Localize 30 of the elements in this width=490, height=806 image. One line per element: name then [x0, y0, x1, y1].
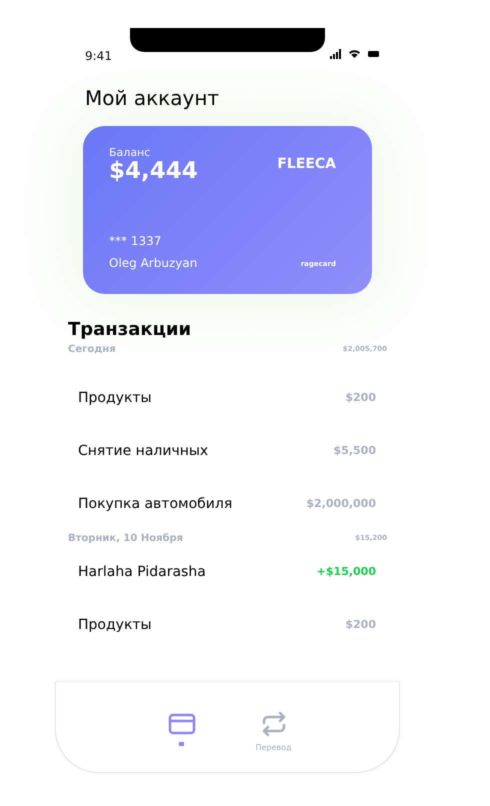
transaction-amount: $200	[345, 390, 376, 406]
page-title: Мой аккаунт	[85, 86, 220, 110]
section-title: Транзакции	[68, 320, 192, 340]
transaction-row[interactable]: Снятие наличных $5,500	[55, 424, 400, 478]
status-time: 9:41	[85, 50, 112, 62]
transaction-row[interactable]: Продукты $200	[55, 372, 400, 425]
transaction-name: Harlaha Pidarasha	[78, 562, 206, 582]
signal-icon	[330, 49, 341, 59]
bank-logo: FLEECA	[277, 155, 336, 174]
transaction-amount: +$15,000	[316, 564, 376, 580]
transaction-name: Продукты	[78, 388, 152, 408]
transaction-amount: $200	[345, 617, 376, 634]
card-number: *** 1337	[109, 233, 162, 250]
transaction-amount: $2,000,000	[306, 496, 376, 512]
tab-label: Перевод	[255, 742, 292, 754]
cardholder-name: Oleg Arbuzyan	[109, 255, 198, 272]
balance-amount: $4,444	[109, 159, 198, 184]
transaction-row[interactable]: Продукты $200	[55, 598, 400, 652]
transaction-row[interactable]: Harlaha Pidarasha +$15,000	[55, 546, 400, 599]
group-date: Вторник, 10 Ноября	[68, 532, 184, 546]
active-indicator	[179, 742, 184, 746]
battery-icon	[368, 51, 379, 57]
group-date: Сегодня	[68, 342, 116, 357]
transaction-name: Покупка автомобиля	[78, 494, 232, 514]
transaction-name: Продукты	[78, 616, 152, 635]
transaction-amount: $5,500	[334, 443, 376, 460]
transaction-name: Снятие наличных	[78, 442, 208, 461]
transaction-row[interactable]: Покупка автомобиля $2,000,000	[55, 478, 400, 531]
wifi-icon	[349, 50, 360, 58]
balance-label: Баланс	[109, 146, 152, 160]
